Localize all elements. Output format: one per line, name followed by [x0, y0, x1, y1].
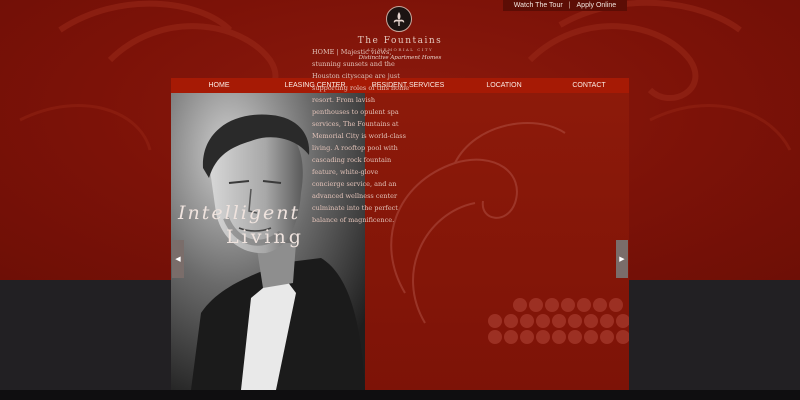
hero-tagline: Intelligent Living [178, 202, 308, 248]
watch-tour-link[interactable]: Watch The Tour [514, 2, 563, 9]
nav-contact[interactable]: CONTACT [549, 78, 629, 93]
next-arrow-icon[interactable]: ▶ [616, 240, 628, 278]
nav-home[interactable]: HOME [171, 78, 267, 93]
top-links-bar: Watch The Tour | Apply Online [503, 0, 627, 11]
hero-description: HOME | Majestic views, stunning sunsets … [312, 48, 410, 224]
footer-strip [0, 390, 800, 400]
nav-location[interactable]: LOCATION [459, 78, 549, 93]
logo-name: The Fountains [357, 36, 443, 46]
top-links-separator: | [568, 2, 571, 9]
tagline-line1: Intelligent [178, 202, 301, 224]
tagline-line2: Living [226, 226, 304, 248]
fleur-emblem-icon [386, 6, 412, 32]
apply-online-link[interactable]: Apply Online [577, 2, 617, 9]
prev-arrow-icon[interactable]: ◀ [172, 240, 184, 278]
